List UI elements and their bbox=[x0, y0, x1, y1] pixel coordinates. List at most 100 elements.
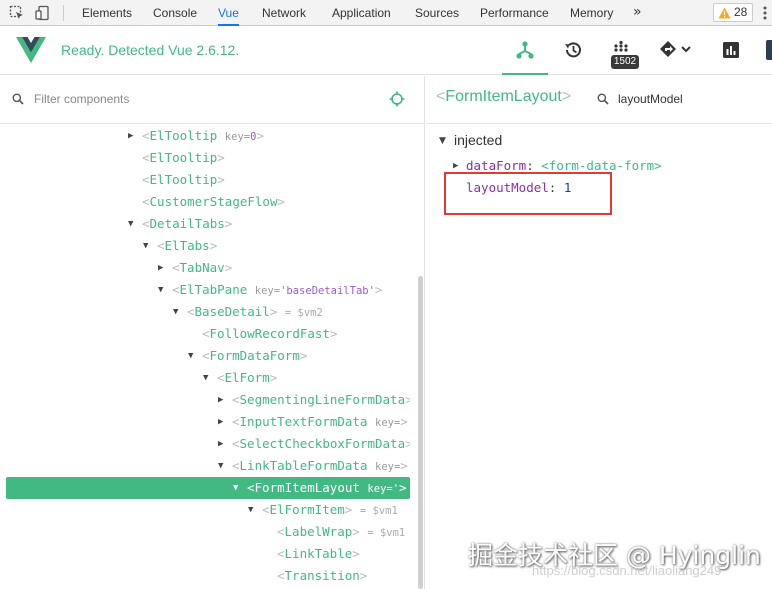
tab-elements[interactable]: Elements bbox=[82, 0, 132, 26]
tree-row-el-tooltip[interactable]: ▶ <ElTooltip key=0> bbox=[6, 125, 410, 147]
collapse-arrow-icon[interactable]: ▼ bbox=[248, 499, 258, 521]
component-name: FormItemLayout bbox=[254, 480, 360, 495]
expand-arrow-icon[interactable]: ▶ bbox=[218, 411, 228, 433]
tree-scrollbar[interactable] bbox=[418, 276, 423, 589]
collapse-arrow-icon[interactable]: ▼ bbox=[143, 235, 153, 257]
tree-row-transition[interactable]: <Transition> bbox=[6, 565, 410, 587]
settings-tab-button[interactable] bbox=[766, 40, 772, 60]
tree-row-form-item-layout[interactable]: ▼ <FormItemLayout key='> bbox=[6, 477, 410, 499]
tree-row-el-tab-pane[interactable]: ▼ <ElTabPane key='baseDetailTab'> bbox=[6, 279, 410, 301]
tree-row-select-checkbox-form-data[interactable]: ▶ <SelectCheckboxFormData> bbox=[6, 433, 410, 455]
collapse-arrow-icon[interactable]: ▼ bbox=[158, 279, 168, 301]
tree-row-detail-tabs[interactable]: ▼ <DetailTabs> bbox=[6, 213, 410, 235]
vue-logo-icon bbox=[16, 37, 46, 63]
component-filter-input[interactable] bbox=[34, 90, 374, 108]
vue-devtools-header: Ready. Detected Vue 2.6.12. bbox=[0, 27, 772, 75]
performance-tab-button[interactable] bbox=[708, 27, 752, 75]
bracket: > bbox=[329, 326, 338, 341]
bracket: < bbox=[142, 172, 150, 187]
component-name: TabNav bbox=[179, 260, 225, 275]
bracket: > bbox=[224, 260, 233, 275]
watermark-url: https://blog.csdn.net/liaoliang249 bbox=[532, 563, 722, 578]
tab-memory[interactable]: Memory bbox=[570, 0, 613, 26]
routing-tab-button[interactable] bbox=[646, 27, 698, 75]
select-component-target-icon[interactable] bbox=[389, 91, 405, 107]
component-key-label: key= bbox=[367, 483, 393, 495]
collapse-arrow-icon[interactable]: ▼ bbox=[218, 455, 228, 477]
bracket: > bbox=[217, 150, 225, 165]
component-name: ElTooltip bbox=[149, 128, 218, 143]
collapse-arrow-icon[interactable]: ▼ bbox=[128, 213, 138, 235]
bracket: < bbox=[232, 436, 240, 451]
tab-application[interactable]: Application bbox=[332, 0, 391, 26]
expand-arrow-icon[interactable]: ▶ bbox=[218, 389, 228, 411]
collapse-arrow-icon[interactable]: ▼ bbox=[188, 345, 198, 367]
tree-row-base-detail[interactable]: ▼ <BaseDetail> = $vm2 bbox=[6, 301, 410, 323]
routing-icon bbox=[660, 41, 691, 57]
bracket: < bbox=[277, 568, 285, 583]
tree-row-segmenting-line-form-data[interactable]: ▶ <SegmentingLineFormData> bbox=[6, 389, 410, 411]
tree-row-el-tooltip[interactable]: <ElTooltip> bbox=[6, 169, 410, 191]
component-name: BaseDetail bbox=[194, 304, 270, 319]
collapse-arrow-icon[interactable]: ▼ bbox=[203, 367, 213, 389]
selected-component-name: FormItemLayout bbox=[445, 88, 562, 105]
bracket: < bbox=[202, 348, 210, 363]
bracket: > bbox=[352, 546, 360, 561]
component-name: SegmentingLineFormData bbox=[239, 392, 406, 407]
state-filter-input[interactable] bbox=[618, 90, 758, 108]
component-label: <LabelWrap> = $vm1 bbox=[277, 521, 405, 543]
tab-performance[interactable]: Performance bbox=[480, 0, 549, 26]
bracket: < bbox=[157, 238, 165, 253]
timeline-tab-button[interactable] bbox=[550, 27, 594, 75]
tree-row-link-table[interactable]: <LinkTable> bbox=[6, 543, 410, 565]
bracket: > bbox=[224, 216, 233, 231]
component-name: ElTabs bbox=[164, 238, 210, 253]
component-label: <CustomerStageFlow> bbox=[142, 191, 285, 213]
search-icon bbox=[12, 93, 24, 105]
inspect-element-icon[interactable] bbox=[9, 5, 25, 21]
tab-network[interactable]: Network bbox=[262, 0, 306, 26]
tab-console[interactable]: Console bbox=[153, 0, 197, 26]
component-key-value: 'baseDetailTab' bbox=[280, 285, 375, 297]
tree-row-el-form-item[interactable]: ▼ <ElFormItem> = $vm1 bbox=[6, 499, 410, 521]
tree-row-el-tabs[interactable]: ▼ <ElTabs> bbox=[6, 235, 410, 257]
bracket: < bbox=[142, 194, 150, 209]
tree-row-link-table-form-data[interactable]: ▼ <LinkTableFormData key=> bbox=[6, 455, 410, 477]
device-toolbar-icon[interactable] bbox=[35, 5, 51, 21]
expand-arrow-icon[interactable]: ▶ bbox=[158, 257, 168, 279]
collapse-arrow-icon[interactable]: ▼ bbox=[173, 301, 183, 323]
tab-vue[interactable]: Vue bbox=[218, 0, 239, 26]
bracket: < bbox=[142, 150, 150, 165]
tree-row-input-text-form-data[interactable]: ▶ <InputTextFormData key=> bbox=[6, 411, 410, 433]
collapse-arrow-icon[interactable]: ▼ bbox=[233, 477, 243, 499]
annotation-highlight-box bbox=[444, 172, 612, 215]
tree-row-el-form[interactable]: ▼ <ElForm> bbox=[6, 367, 410, 389]
bracket: < bbox=[172, 282, 180, 297]
bracket: < bbox=[277, 524, 285, 539]
tree-row-follow-record-fast[interactable]: <FollowRecordFast> bbox=[6, 323, 410, 345]
injected-section-header[interactable]: ▼ injected bbox=[426, 131, 772, 155]
collapse-arrow-icon: ▼ bbox=[439, 136, 446, 146]
tree-row-tab-nav[interactable]: ▶ <TabNav> bbox=[6, 257, 410, 279]
component-label: <SelectCheckboxFormData> bbox=[232, 433, 410, 455]
expand-arrow-icon[interactable]: ▶ bbox=[218, 433, 228, 455]
search-icon bbox=[597, 93, 609, 105]
bracket: > bbox=[400, 458, 408, 473]
tree-row-label-wrap[interactable]: <LabelWrap> = $vm1 bbox=[6, 521, 410, 543]
kebab-menu-icon[interactable] bbox=[758, 5, 772, 21]
tree-row-form-data-form[interactable]: ▼ <FormDataForm> bbox=[6, 345, 410, 367]
component-label: <BaseDetail> = $vm2 bbox=[187, 301, 323, 323]
components-tab-button[interactable] bbox=[502, 27, 548, 75]
bracket: < bbox=[277, 546, 285, 561]
warnings-counter[interactable]: 28 bbox=[713, 3, 753, 22]
bracket: < bbox=[142, 216, 150, 231]
warning-count: 28 bbox=[734, 5, 748, 19]
vue-status-text: Ready. Detected Vue 2.6.12. bbox=[61, 42, 240, 58]
tab-sources[interactable]: Sources bbox=[415, 0, 459, 26]
expand-arrow-icon[interactable]: ▶ bbox=[128, 125, 138, 147]
tree-row-customer-stage-flow[interactable]: <CustomerStageFlow> bbox=[6, 191, 410, 213]
component-name: InputTextFormData bbox=[239, 414, 368, 429]
tree-row-el-tooltip[interactable]: <ElTooltip> bbox=[6, 147, 410, 169]
more-tabs-button[interactable]: » bbox=[633, 0, 642, 26]
prop-key: dataForm bbox=[466, 158, 527, 173]
